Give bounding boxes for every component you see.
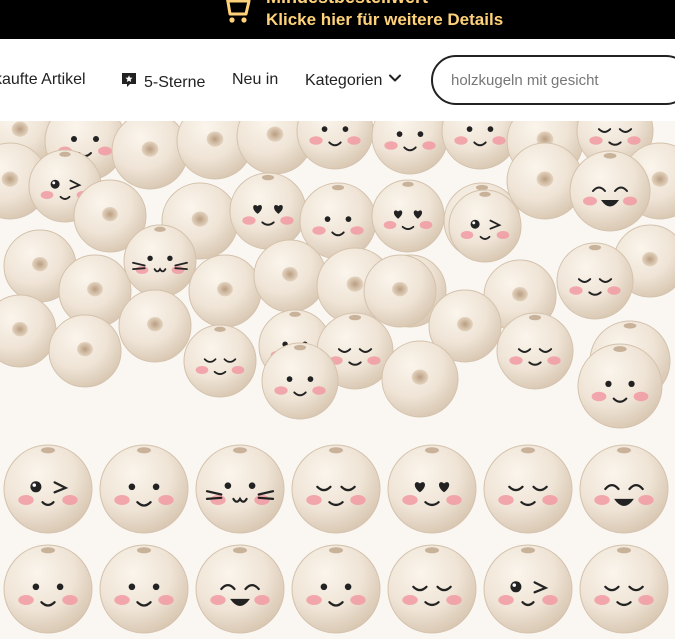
nav-item-label: kaufte Artikel — [0, 71, 86, 88]
wooden-bead — [291, 544, 381, 634]
wooden-bead — [195, 444, 285, 534]
wooden-bead — [291, 444, 381, 534]
wooden-bead — [577, 343, 663, 429]
nav-item-categories[interactable]: Kategorien — [305, 71, 402, 90]
wooden-bead — [556, 242, 634, 320]
wooden-bead — [111, 121, 189, 190]
wooden-bead — [261, 342, 339, 420]
nav-item-new-in[interactable]: Neu in — [232, 71, 278, 89]
wooden-bead — [123, 224, 197, 298]
search-box[interactable] — [431, 55, 675, 105]
wooden-bead — [483, 444, 573, 534]
wooden-bead — [99, 544, 189, 634]
nav-item-label: Kategorien — [305, 71, 383, 89]
wooden-bead — [387, 444, 477, 534]
wooden-bead — [579, 444, 669, 534]
wooden-bead — [296, 121, 374, 170]
wooden-bead — [371, 121, 449, 175]
shopping-cart-icon — [218, 0, 252, 31]
wooden-bead — [0, 294, 57, 368]
wooden-bead — [48, 314, 122, 388]
wooden-bead — [441, 121, 519, 170]
wooden-bead — [253, 239, 327, 313]
search-input[interactable] — [451, 57, 671, 103]
wooden-bead — [183, 324, 257, 398]
wooden-bead — [363, 254, 437, 328]
wooden-bead — [3, 444, 93, 534]
wooden-bead — [483, 544, 573, 634]
wooden-bead — [188, 254, 262, 328]
nav-item-label: Neu in — [232, 71, 279, 88]
nav-item-label: 5-Sterne — [144, 73, 206, 91]
nav-item-5-stars[interactable]: 5-Sterne — [120, 71, 205, 94]
star-badge-icon — [120, 71, 138, 94]
wooden-bead — [195, 544, 285, 634]
wooden-bead — [99, 444, 189, 534]
wooden-bead — [496, 312, 574, 390]
wooden-bead — [381, 340, 459, 418]
wooden-bead — [229, 172, 307, 250]
wooden-bead — [579, 544, 669, 634]
wooden-bead — [448, 189, 522, 263]
wooden-bead — [3, 544, 93, 634]
promo-banner[interactable]: Mindestbestellwert Klicke hier für weite… — [0, 0, 675, 39]
main-nav: kaufte Artikel 5-Sterne Neu in Kategorie… — [0, 39, 675, 121]
nav-item-bought-articles[interactable]: kaufte Artikel — [0, 71, 86, 89]
promo-title: Mindestbestellwert — [266, 0, 428, 8]
wooden-bead — [569, 150, 651, 232]
product-image[interactable] — [0, 121, 675, 639]
chevron-down-icon — [388, 71, 402, 90]
wooden-bead — [118, 289, 192, 363]
wooden-bead — [387, 544, 477, 634]
wooden-beads-illustration — [0, 121, 675, 634]
promo-details-link[interactable]: Klicke hier für weitere Details — [266, 10, 503, 30]
wooden-bead — [371, 179, 445, 253]
